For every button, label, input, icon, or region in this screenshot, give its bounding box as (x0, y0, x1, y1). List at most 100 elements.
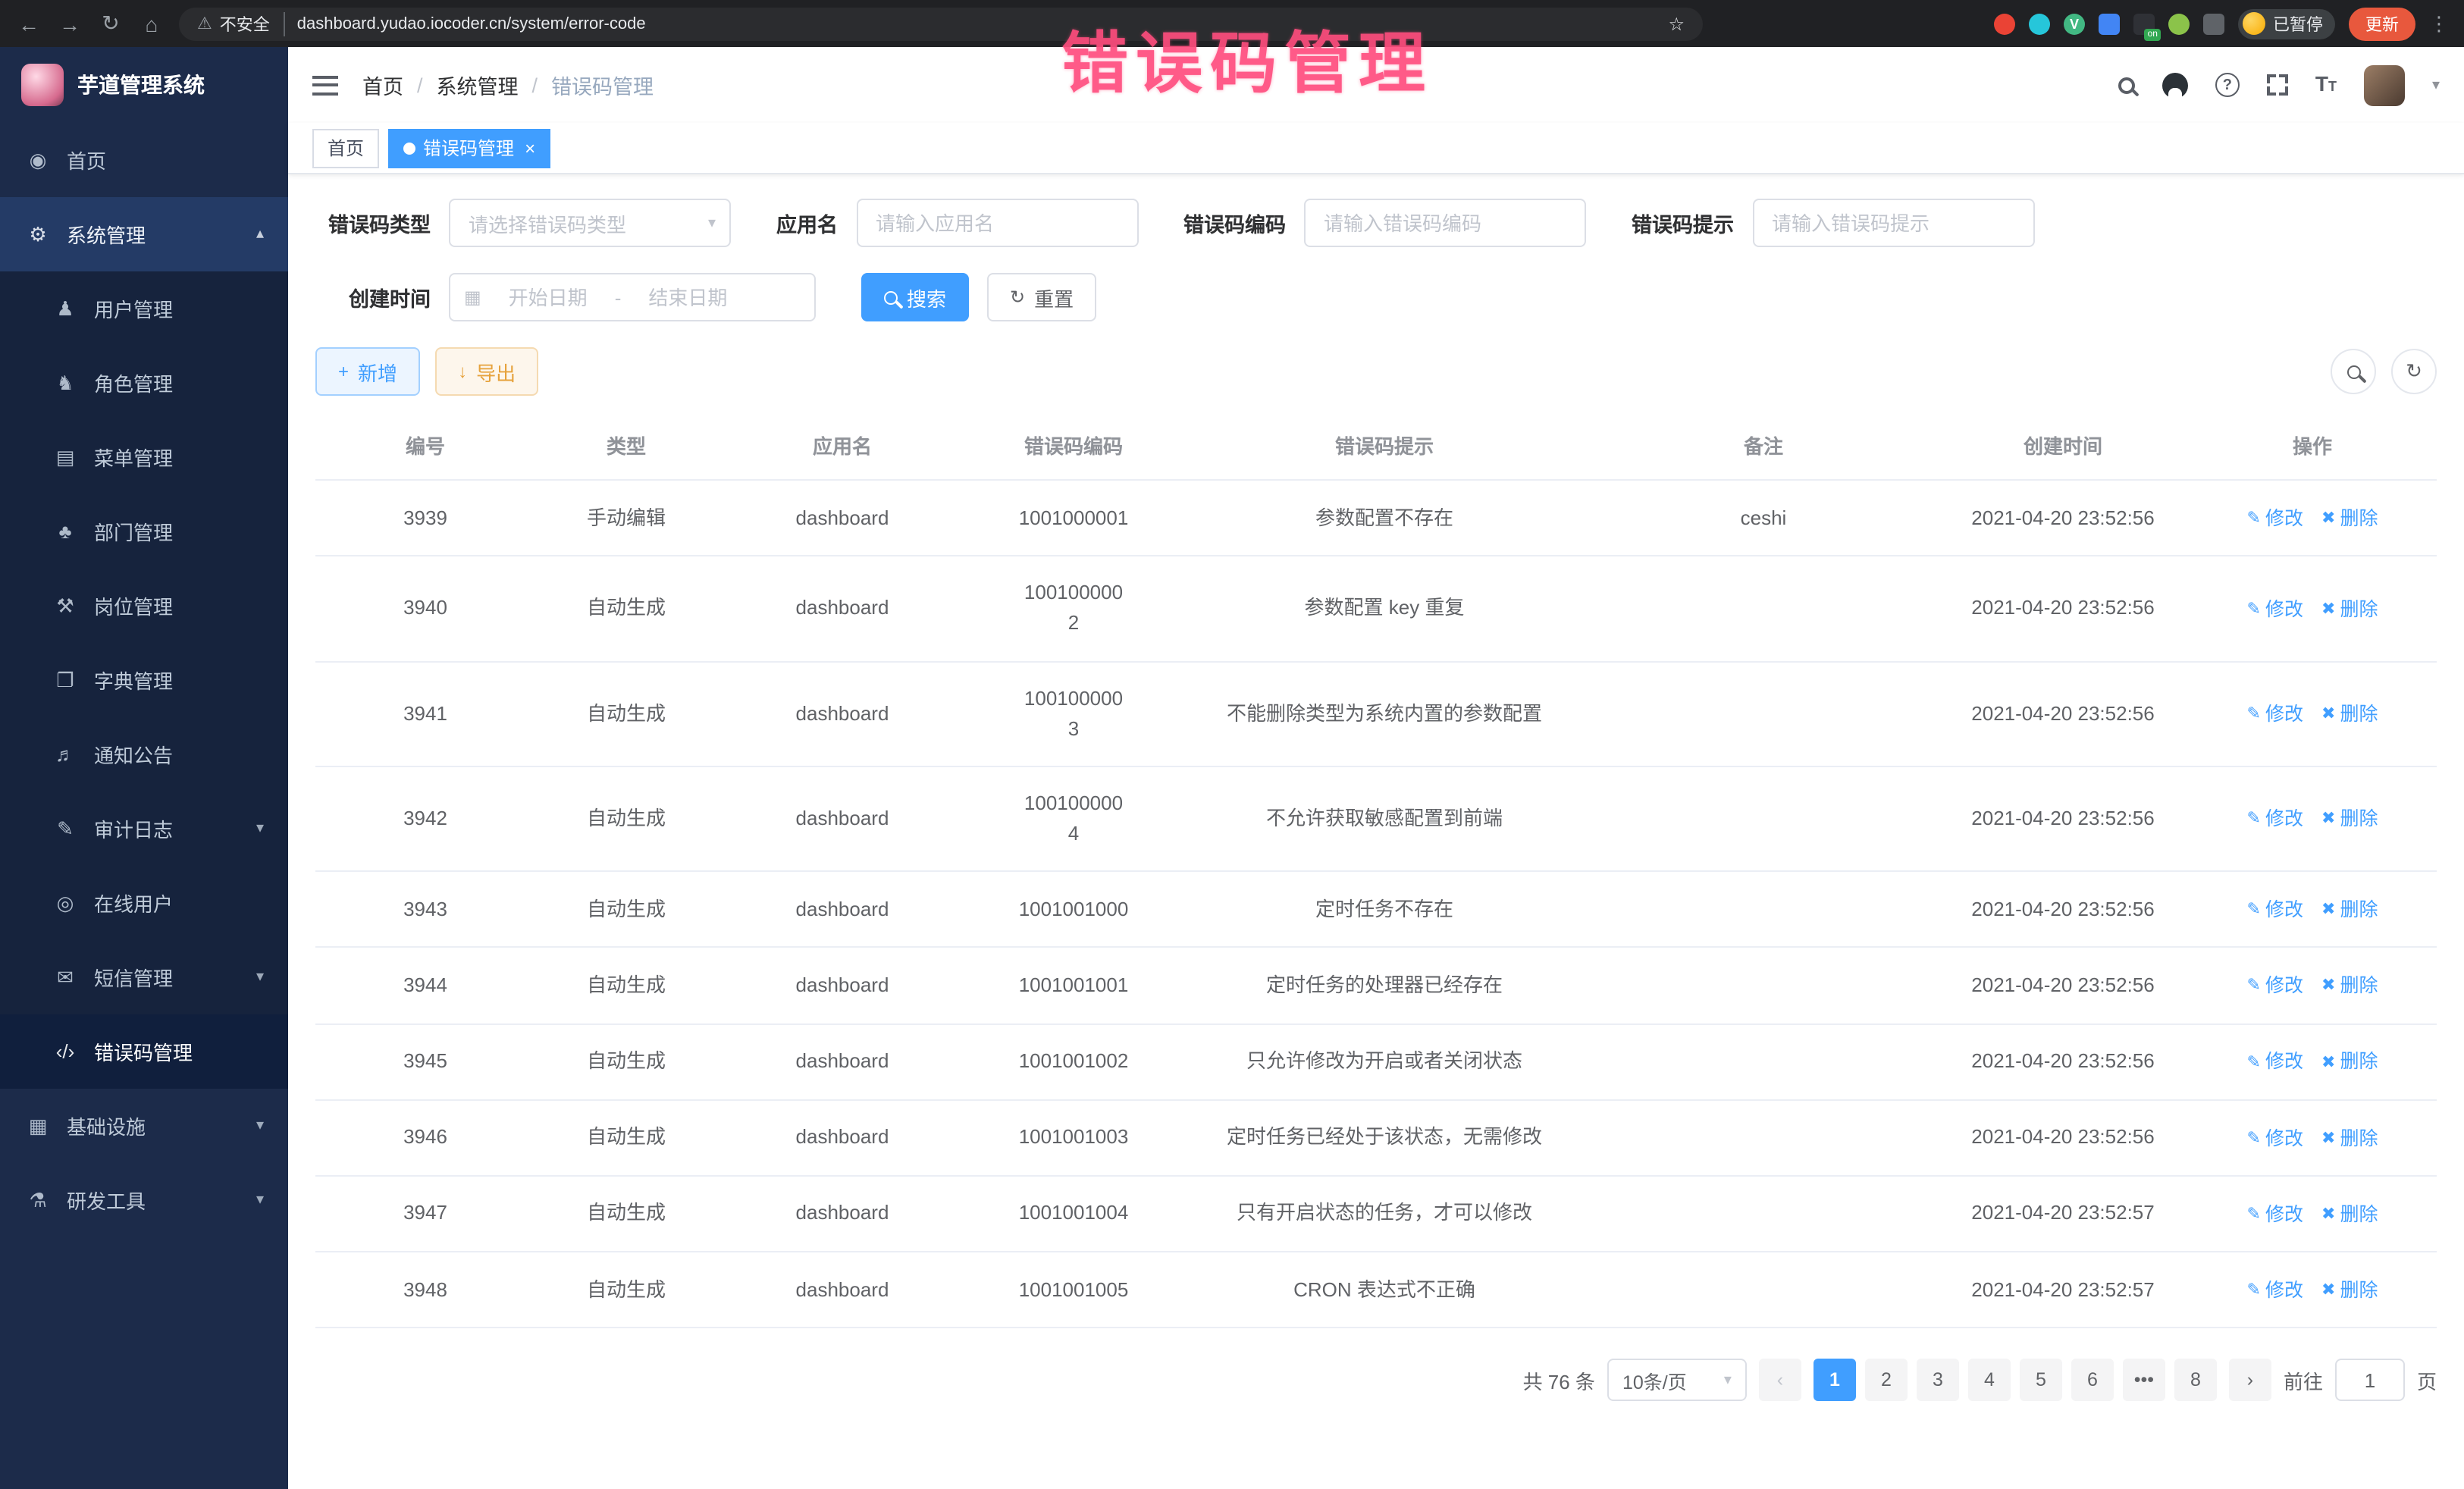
home-icon[interactable]: ⌂ (138, 11, 165, 36)
cell-remark: ceshi (1589, 480, 1938, 556)
page-button-6[interactable]: 6 (2071, 1359, 2114, 1402)
delete-link[interactable]: ✖删除 (2321, 595, 2378, 625)
sidebar-subitem-1-8[interactable]: ◎在线用户 (0, 866, 288, 940)
page-button-2[interactable]: 2 (1865, 1359, 1908, 1402)
delete-link[interactable]: ✖删除 (2321, 1277, 2378, 1306)
update-button[interactable]: 更新 (2349, 7, 2415, 40)
delete-link[interactable]: ✖删除 (2321, 972, 2378, 1002)
ext-leaf-icon[interactable] (2168, 13, 2190, 34)
page-button-4[interactable]: 4 (1968, 1359, 2011, 1402)
close-icon[interactable]: × (525, 137, 535, 158)
table-row: 3944自动生成dashboard1001001001定时任务的处理器已经存在2… (315, 948, 2437, 1023)
user-avatar[interactable] (2364, 64, 2405, 105)
goto-page-input[interactable] (2335, 1359, 2405, 1402)
ext-red-icon[interactable] (1994, 13, 2015, 34)
page-button-5[interactable]: 5 (2020, 1359, 2062, 1402)
chevron-down-icon: ▾ (256, 1192, 264, 1208)
sidebar-item-0[interactable]: ◉首页 (0, 123, 288, 197)
cell-code: 1001001001 (967, 948, 1180, 1023)
edit-link[interactable]: ✎修改 (2247, 701, 2303, 730)
sidebar-item-label: 系统管理 (67, 220, 241, 249)
end-date-input[interactable] (630, 286, 745, 309)
back-icon[interactable]: ← (15, 11, 42, 36)
breadcrumb-item[interactable]: 系统管理 (437, 70, 519, 100)
page-button-1[interactable]: 1 (1814, 1359, 1856, 1402)
delete-link[interactable]: ✖删除 (2321, 505, 2378, 534)
reload-icon[interactable]: ↻ (97, 11, 124, 36)
sidebar-subitem-1-6[interactable]: ♬通知公告 (0, 717, 288, 792)
help-icon[interactable]: ? (2215, 73, 2240, 97)
edit-link[interactable]: ✎修改 (2247, 805, 2303, 835)
delete-link[interactable]: ✖删除 (2321, 1124, 2378, 1154)
font-size-icon[interactable]: TT (2315, 71, 2337, 99)
tab-1[interactable]: 错误码管理× (388, 128, 550, 168)
delete-link[interactable]: ✖删除 (2321, 1201, 2378, 1230)
collapse-sidebar-icon[interactable] (312, 75, 338, 95)
forward-icon[interactable]: → (56, 11, 83, 36)
breadcrumb-item[interactable]: 错误码管理 (551, 70, 654, 100)
error-code-input[interactable] (1304, 199, 1586, 247)
sidebar-subitem-1-4[interactable]: ⚒岗位管理 (0, 569, 288, 643)
fullscreen-icon[interactable] (2267, 74, 2288, 96)
sidebar-item-1[interactable]: ⚙系统管理▴ (0, 197, 288, 271)
extensions-puzzle-icon[interactable] (2203, 13, 2224, 34)
range-separator: - (615, 286, 622, 309)
more-pages-button[interactable]: ••• (2123, 1359, 2165, 1402)
edit-link[interactable]: ✎修改 (2247, 1277, 2303, 1306)
github-icon[interactable] (2162, 72, 2188, 98)
next-page-button[interactable]: › (2229, 1359, 2271, 1402)
edit-link[interactable]: ✎修改 (2247, 1124, 2303, 1154)
show-search-button[interactable] (2331, 349, 2376, 394)
ext-tampermonkey-icon[interactable]: on (2133, 13, 2155, 34)
edit-link[interactable]: ✎修改 (2247, 896, 2303, 926)
sidebar-subitem-1-3[interactable]: ♣部门管理 (0, 494, 288, 569)
page-size-select[interactable]: 10条/页 ▾ (1607, 1359, 1747, 1402)
ext-dropper-icon[interactable] (2029, 13, 2050, 34)
prev-page-button[interactable]: ‹ (1759, 1359, 1801, 1402)
edit-link[interactable]: ✎修改 (2247, 1201, 2303, 1230)
profile-chip[interactable]: 已暂停 (2238, 8, 2335, 39)
ext-vue-icon[interactable]: V (2064, 13, 2085, 34)
browser-menu-icon[interactable]: ⋮ (2429, 11, 2449, 36)
cell-time: 2021-04-20 23:52:56 (1938, 480, 2188, 556)
search-button[interactable]: 搜索 (861, 273, 969, 321)
edit-link[interactable]: ✎修改 (2247, 972, 2303, 1002)
edit-link[interactable]: ✎修改 (2247, 595, 2303, 625)
export-button[interactable]: ↓ 导出 (435, 347, 538, 396)
sidebar-subitem-1-9[interactable]: ✉短信管理▾ (0, 940, 288, 1014)
security-chip[interactable]: ⚠ 不安全 (197, 11, 285, 36)
breadcrumb-item[interactable]: 首页 (362, 70, 403, 100)
error-message-input[interactable] (1752, 199, 2034, 247)
date-range-picker[interactable]: ▦ - (449, 273, 816, 321)
sidebar-item-label: 研发工具 (67, 1186, 241, 1215)
sidebar-subitem-1-10[interactable]: ‹/›错误码管理 (0, 1014, 288, 1089)
edit-link[interactable]: ✎修改 (2247, 505, 2303, 534)
tab-0[interactable]: 首页 (312, 128, 379, 168)
sidebar-subitem-1-1[interactable]: ♞角色管理 (0, 346, 288, 420)
sidebar-subitem-1-7[interactable]: ✎审计日志▾ (0, 792, 288, 866)
address-bar[interactable]: ⚠ 不安全 dashboard.yudao.iocoder.cn/system/… (179, 7, 1703, 40)
sidebar-item-3[interactable]: ⚗研发工具▾ (0, 1163, 288, 1237)
reset-button[interactable]: ↻ 重置 (987, 273, 1096, 321)
delete-link[interactable]: ✖删除 (2321, 1049, 2378, 1078)
search-icon[interactable] (2118, 77, 2135, 93)
delete-link[interactable]: ✖删除 (2321, 701, 2378, 730)
app-logo-row[interactable]: 芋道管理系统 (0, 47, 288, 123)
chevron-down-icon[interactable]: ▾ (2432, 77, 2440, 93)
bookmark-star-icon[interactable]: ☆ (1668, 13, 1685, 34)
sidebar-subitem-1-0[interactable]: ♟用户管理 (0, 271, 288, 346)
sidebar-subitem-1-5[interactable]: ❐字典管理 (0, 643, 288, 717)
edit-link[interactable]: ✎修改 (2247, 1049, 2303, 1078)
delete-link[interactable]: ✖删除 (2321, 896, 2378, 926)
page-button-8[interactable]: 8 (2174, 1359, 2217, 1402)
page-button-3[interactable]: 3 (1917, 1359, 1959, 1402)
add-button[interactable]: + 新增 (315, 347, 420, 396)
refresh-table-button[interactable]: ↻ (2391, 349, 2437, 394)
delete-link[interactable]: ✖删除 (2321, 805, 2378, 835)
sidebar-item-2[interactable]: ▦基础设施▾ (0, 1089, 288, 1163)
ext-grid-icon[interactable] (2099, 13, 2120, 34)
app-name-input[interactable] (856, 199, 1138, 247)
start-date-input[interactable] (491, 286, 606, 309)
sidebar-subitem-1-2[interactable]: ▤菜单管理 (0, 420, 288, 494)
error-type-select[interactable]: 请选择错误码类型 ▾ (449, 199, 731, 247)
